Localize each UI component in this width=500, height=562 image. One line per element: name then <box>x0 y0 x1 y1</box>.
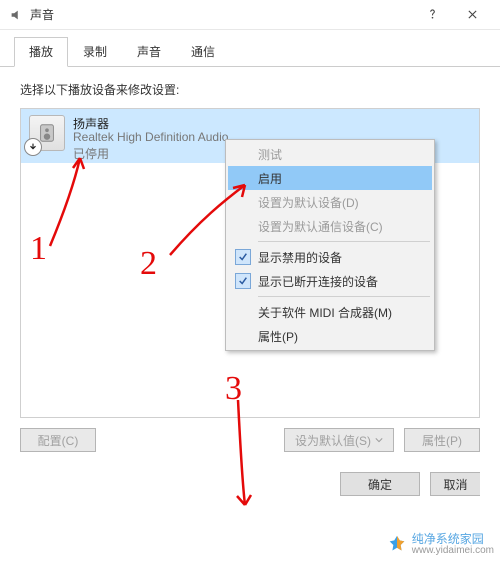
titlebar: 声音 <box>0 0 500 30</box>
menu-show-disabled[interactable]: 显示禁用的设备 <box>228 245 432 269</box>
device-driver: Realtek High Definition Audio <box>73 130 228 145</box>
instruction-text: 选择以下播放设备来修改设置: <box>20 81 480 98</box>
menu-about-midi[interactable]: 关于软件 MIDI 合成器(M) <box>228 300 432 324</box>
menu-properties[interactable]: 属性(P) <box>228 324 432 348</box>
disabled-badge-icon <box>24 138 42 156</box>
menu-show-disconnected[interactable]: 显示已断开连接的设备 <box>228 269 432 293</box>
properties-button[interactable]: 属性(P) <box>404 428 480 452</box>
tabs: 播放 录制 声音 通信 <box>0 30 500 67</box>
device-status: 已停用 <box>73 145 228 160</box>
close-button[interactable] <box>452 4 492 26</box>
help-button[interactable] <box>412 4 452 26</box>
window-title: 声音 <box>30 6 412 23</box>
device-name: 扬声器 <box>73 115 228 130</box>
context-menu: 测试 启用 设置为默认设备(D) 设置为默认通信设备(C) 显示禁用的设备 显示… <box>225 139 435 351</box>
set-default-button[interactable]: 设为默认值(S) <box>284 428 394 452</box>
configure-button[interactable]: 配置(C) <box>20 428 96 452</box>
watermark-icon <box>386 534 408 556</box>
bottom-button-row: 配置(C) 设为默认值(S) 属性(P) <box>0 418 500 452</box>
speaker-icon <box>29 115 65 151</box>
menu-set-default-comm[interactable]: 设置为默认通信设备(C) <box>228 214 432 238</box>
ok-button[interactable]: 确定 <box>340 472 420 496</box>
sound-icon <box>8 7 24 23</box>
checkmark-icon <box>235 249 251 265</box>
tab-sounds[interactable]: 声音 <box>122 37 176 67</box>
ok-cancel-row: 确定 取消 <box>0 452 500 496</box>
menu-enable[interactable]: 启用 <box>228 166 432 190</box>
menu-separator <box>258 296 430 297</box>
menu-test[interactable]: 测试 <box>228 142 432 166</box>
watermark-text: 纯净系统家园 <box>412 533 494 545</box>
watermark: 纯净系统家园 www.yidaimei.com <box>386 533 494 556</box>
tab-recording[interactable]: 录制 <box>68 37 122 67</box>
tab-playback[interactable]: 播放 <box>14 37 68 67</box>
cancel-button[interactable]: 取消 <box>430 472 480 496</box>
menu-set-default[interactable]: 设置为默认设备(D) <box>228 190 432 214</box>
checkmark-icon <box>235 273 251 289</box>
menu-separator <box>258 241 430 242</box>
tab-communications[interactable]: 通信 <box>176 37 230 67</box>
watermark-url: www.yidaimei.com <box>412 545 494 556</box>
